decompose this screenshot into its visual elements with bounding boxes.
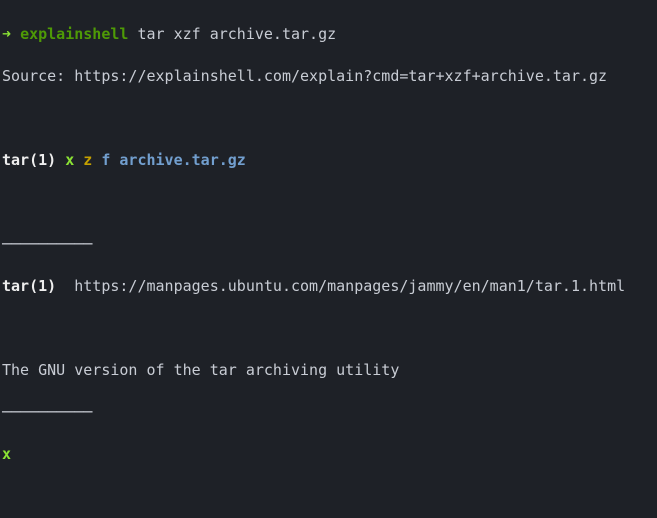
header-line: tar(1) x z f archive.tar.gz bbox=[2, 150, 655, 171]
section-tar-header: tar(1) https://manpages.ubuntu.com/manpa… bbox=[2, 276, 655, 297]
header-x: x bbox=[65, 151, 74, 169]
prompt-program: explainshell bbox=[20, 25, 128, 43]
source-line: Source: https://explainshell.com/explain… bbox=[2, 66, 655, 87]
section-x-name: x bbox=[2, 445, 11, 463]
blank-line bbox=[2, 486, 655, 507]
header-f: f archive.tar.gz bbox=[101, 151, 246, 169]
source-label: Source: bbox=[2, 67, 74, 85]
blank-line bbox=[2, 318, 655, 339]
prompt-line: ➜ explainshell tar xzf archive.tar.gz bbox=[2, 24, 655, 45]
divider: ────────── bbox=[2, 402, 655, 423]
prompt-command: tar xzf archive.tar.gz bbox=[137, 25, 336, 43]
section-x-header: x bbox=[2, 444, 655, 465]
section-tar-name: tar(1) bbox=[2, 277, 56, 295]
source-url: https://explainshell.com/explain?cmd=tar… bbox=[74, 67, 607, 85]
terminal-output: ➜ explainshell tar xzf archive.tar.gz So… bbox=[0, 0, 657, 518]
section-tar-url: https://manpages.ubuntu.com/manpages/jam… bbox=[74, 277, 625, 295]
blank-line bbox=[2, 192, 655, 213]
header-z: z bbox=[83, 151, 92, 169]
blank-line bbox=[2, 108, 655, 129]
section-tar-desc: The GNU version of the tar archiving uti… bbox=[2, 360, 655, 381]
prompt-arrow-icon: ➜ bbox=[2, 25, 11, 43]
divider: ────────── bbox=[2, 234, 655, 255]
header-tar: tar(1) bbox=[2, 151, 56, 169]
